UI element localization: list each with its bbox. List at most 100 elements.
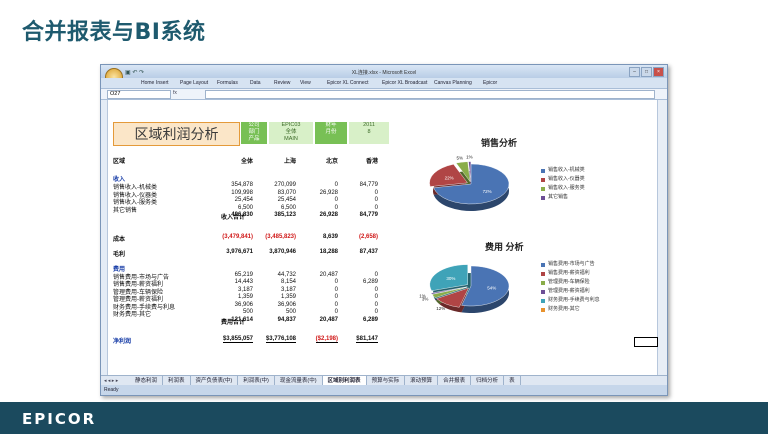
info-product-value: MAIN xyxy=(284,136,298,142)
value-cell: 0 xyxy=(374,189,378,196)
formula-bar: O27 fx xyxy=(101,89,667,100)
fx-icon[interactable]: fx xyxy=(173,90,203,97)
info-labels-1: 公司 部门 产品 xyxy=(241,122,267,144)
value-cell: 26,928 xyxy=(319,189,338,196)
legend-item: 财务费用-其它 xyxy=(541,305,600,314)
info-company-label: 公司 xyxy=(248,122,260,128)
legend-swatch xyxy=(541,280,545,285)
info-labels-2: 财年 月份 xyxy=(315,122,347,144)
legend-label: 销售收入-仪器类 xyxy=(548,176,585,182)
maximize-button[interactable]: □ xyxy=(641,67,652,77)
info-values-1: EPIC03 全体 MAIN xyxy=(269,122,313,144)
row-label-gross: 毛利 xyxy=(113,252,126,258)
legend-label: 销售费用-薪资福利 xyxy=(548,270,590,276)
legend-item: 其它销售 xyxy=(541,193,585,202)
legend-item: 销售收入-机械类 xyxy=(541,166,585,175)
col-header: 香港 xyxy=(365,159,378,165)
value-cost: (2,658) xyxy=(358,234,378,240)
col-header-region: 区域 xyxy=(113,159,126,165)
value-total: 385,123 xyxy=(274,212,296,218)
legend-swatch xyxy=(541,298,545,303)
legend-item: 销售收入-服务类 xyxy=(541,184,585,193)
save-icon[interactable]: ▣ xyxy=(125,70,131,76)
value-cell: 36,906 xyxy=(234,301,253,308)
worksheet[interactable]: 区域利润分析 公司 部门 产品 EPIC03 全体 MAIN 财年 月份 201… xyxy=(101,100,657,375)
name-box[interactable]: O27 xyxy=(107,90,171,99)
ribbon-tab[interactable]: Epicor XL Broadcast xyxy=(382,80,427,86)
value-cell: 6,500 xyxy=(280,204,296,211)
legend-item: 管理费用-车辆保险 xyxy=(541,278,600,287)
pie-label: 12% xyxy=(436,306,445,311)
close-button[interactable]: × xyxy=(653,67,664,77)
legend-swatch xyxy=(541,262,545,267)
sheet-nav-buttons[interactable]: ◂ ◂ ▸ ▸ xyxy=(101,378,130,384)
legend-item: 销售费用-市场与广告 xyxy=(541,260,600,269)
legend-swatch xyxy=(541,271,545,276)
info-year-label: 财年 xyxy=(325,122,337,128)
ribbon-tab[interactable]: Canvas Planning xyxy=(434,80,472,86)
value-cell: 0 xyxy=(334,286,338,293)
value-cell: 14,443 xyxy=(234,279,253,285)
value-gross: 3,976,671 xyxy=(226,249,253,255)
legend-swatch xyxy=(541,177,545,182)
ribbon-tab[interactable]: Epicor XL Connect xyxy=(327,80,369,86)
value-total: 121,614 xyxy=(231,316,253,323)
ribbon-tab[interactable]: Formulas xyxy=(217,80,238,86)
legend-item: 销售收入-仪器类 xyxy=(541,175,585,184)
sales-chart-title: 销售分析 xyxy=(481,138,518,148)
row-label-cost: 成本 xyxy=(113,237,126,243)
value-cell: 0 xyxy=(334,294,338,300)
value-cell: 0 xyxy=(374,301,378,308)
value-cell: 0 xyxy=(374,309,378,315)
info-month-label: 月份 xyxy=(325,129,337,135)
excel-window: XL连接.xlsx - Microsoft Excel – □ × ▣ ↶ ↷ Ho… xyxy=(100,64,668,396)
value-cell: 500 xyxy=(242,309,253,315)
value-total: 84,779 xyxy=(359,212,378,218)
info-dept-label: 部门 xyxy=(248,129,260,135)
ribbon-tab[interactable]: Insert xyxy=(156,80,169,86)
value-cell: 6,289 xyxy=(362,279,378,285)
row-headers xyxy=(101,100,108,375)
redo-icon[interactable]: ↷ xyxy=(139,70,144,76)
value-cell: 500 xyxy=(285,309,296,315)
ribbon-tab[interactable]: Page Layout xyxy=(180,80,208,86)
value-cell: 270,099 xyxy=(274,182,296,188)
ribbon-tab[interactable]: Epicor xyxy=(483,80,497,86)
value-cell: 84,779 xyxy=(359,182,378,188)
row-label: 财务费用-其它 xyxy=(113,312,151,318)
value-cell: 1,359 xyxy=(280,294,296,300)
value-cell: 20,487 xyxy=(319,271,338,278)
report-title: 区域利润分析 xyxy=(113,122,240,146)
floating-box xyxy=(634,337,658,347)
col-header: 上海 xyxy=(283,159,296,165)
col-header: 北京 xyxy=(325,159,338,165)
undo-icon[interactable]: ↶ xyxy=(132,70,137,76)
ribbon-tab[interactable]: Data xyxy=(250,80,261,86)
value-gross: 18,288 xyxy=(319,249,338,255)
row-label: 其它销售 xyxy=(113,207,138,214)
report-table: 区域 全体 上海 北京 香港 收入 销售收入-机械类 354,878 270,099 0 84,77… xyxy=(113,156,393,376)
ribbon-tab[interactable]: View xyxy=(300,80,311,86)
value-net: $3,776,108 xyxy=(265,335,296,343)
vertical-scrollbar[interactable] xyxy=(657,100,667,375)
info-month-value: 8 xyxy=(367,129,371,135)
legend-swatch xyxy=(541,289,545,294)
value-cell: 0 xyxy=(334,182,338,188)
value-total: 496,830 xyxy=(231,212,253,218)
ribbon-tab[interactable]: Review xyxy=(274,80,290,86)
value-total: 6,289 xyxy=(362,316,378,323)
pie-label: 54% xyxy=(487,285,496,290)
value-cell: 0 xyxy=(334,197,338,203)
quick-access-toolbar[interactable]: ▣ ↶ ↷ xyxy=(125,69,144,76)
legend-label: 销售费用-市场与广告 xyxy=(548,261,595,267)
pie-label: 5% xyxy=(457,155,464,160)
info-product-label: 产品 xyxy=(248,136,260,142)
formula-input[interactable] xyxy=(205,90,655,99)
value-net: ($2,198) xyxy=(315,335,338,343)
value-cell: 0 xyxy=(334,279,338,285)
value-cell: 8,154 xyxy=(280,279,296,285)
footer-bar: EPICOR xyxy=(0,402,768,434)
legend-label: 财务费用-其它 xyxy=(548,306,580,312)
minimize-button[interactable]: – xyxy=(629,67,640,77)
ribbon-tab[interactable]: Home xyxy=(141,80,154,86)
